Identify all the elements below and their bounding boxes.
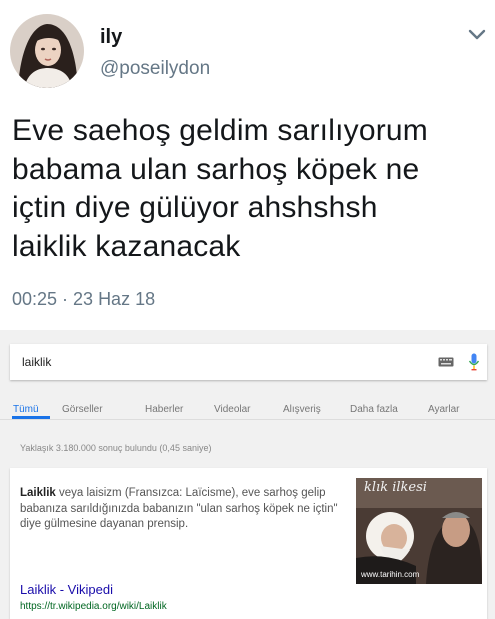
search-tabs: Tümü Görseller Haberler Videolar Alışver… xyxy=(0,392,495,418)
search-input[interactable]: laiklik xyxy=(10,344,487,380)
user-handle[interactable]: @poseilydon xyxy=(100,58,210,80)
embedded-search-screenshot: laiklik Tümü Görseller Haberler Videolar… xyxy=(0,330,495,619)
snippet-text: Laiklik veya laisizm (Fransızca: Laïcism… xyxy=(20,486,338,533)
keyboard-icon[interactable] xyxy=(438,357,454,367)
display-name[interactable]: ily xyxy=(100,26,122,49)
featured-snippet-card: Laiklik veya laisizm (Fransızca: Laïcism… xyxy=(10,468,487,619)
tabs-divider xyxy=(0,419,495,420)
knowledge-image[interactable]: klık ilkesi www.tarihin.com xyxy=(356,478,482,584)
result-stats: Yaklaşık 3.180.000 sonuç bulundu (0,45 s… xyxy=(20,443,212,453)
microphone-icon[interactable] xyxy=(468,353,480,371)
snippet-body: veya laisizm (Fransızca: Laïcisme), eve … xyxy=(20,487,338,530)
snippet-term: Laiklik xyxy=(20,487,56,499)
tab-images[interactable]: Görseller xyxy=(62,404,103,415)
tab-news[interactable]: Haberler xyxy=(145,404,183,415)
tab-shopping[interactable]: Alışveriş xyxy=(283,404,321,415)
avatar[interactable] xyxy=(10,14,84,88)
image-credit: www.tarihin.com xyxy=(361,570,420,579)
tab-videos[interactable]: Videolar xyxy=(214,404,251,415)
tweet-text-line: içtin diye gülüyor ahshshsh xyxy=(12,191,378,224)
result-title-link[interactable]: Laiklik - Vikipedi xyxy=(20,582,113,597)
search-query[interactable]: laiklik xyxy=(22,355,51,369)
tab-more[interactable]: Daha fazla xyxy=(350,404,398,415)
chevron-down-icon[interactable] xyxy=(468,28,486,42)
tweet-text-line: Eve saehoş geldim sarılıyorum xyxy=(12,114,428,147)
tab-all[interactable]: Tümü xyxy=(13,404,39,415)
tab-settings[interactable]: Ayarlar xyxy=(428,404,460,415)
tweet-text-line: laiklik kazanacak xyxy=(12,229,241,263)
result-url[interactable]: https://tr.wikipedia.org/wiki/Laiklik xyxy=(20,601,167,612)
tweet-text-line: babama ulan sarhoş köpek ne xyxy=(12,152,420,186)
image-caption: klık ilkesi xyxy=(364,480,427,495)
tweet-timestamp[interactable]: 00:25 · 23 Haz 18 xyxy=(12,289,155,310)
tweet-text: Eve saehoş geldim sarılıyorum babama ula… xyxy=(12,112,487,266)
tweet-header: ily @poseilydon xyxy=(0,0,495,100)
